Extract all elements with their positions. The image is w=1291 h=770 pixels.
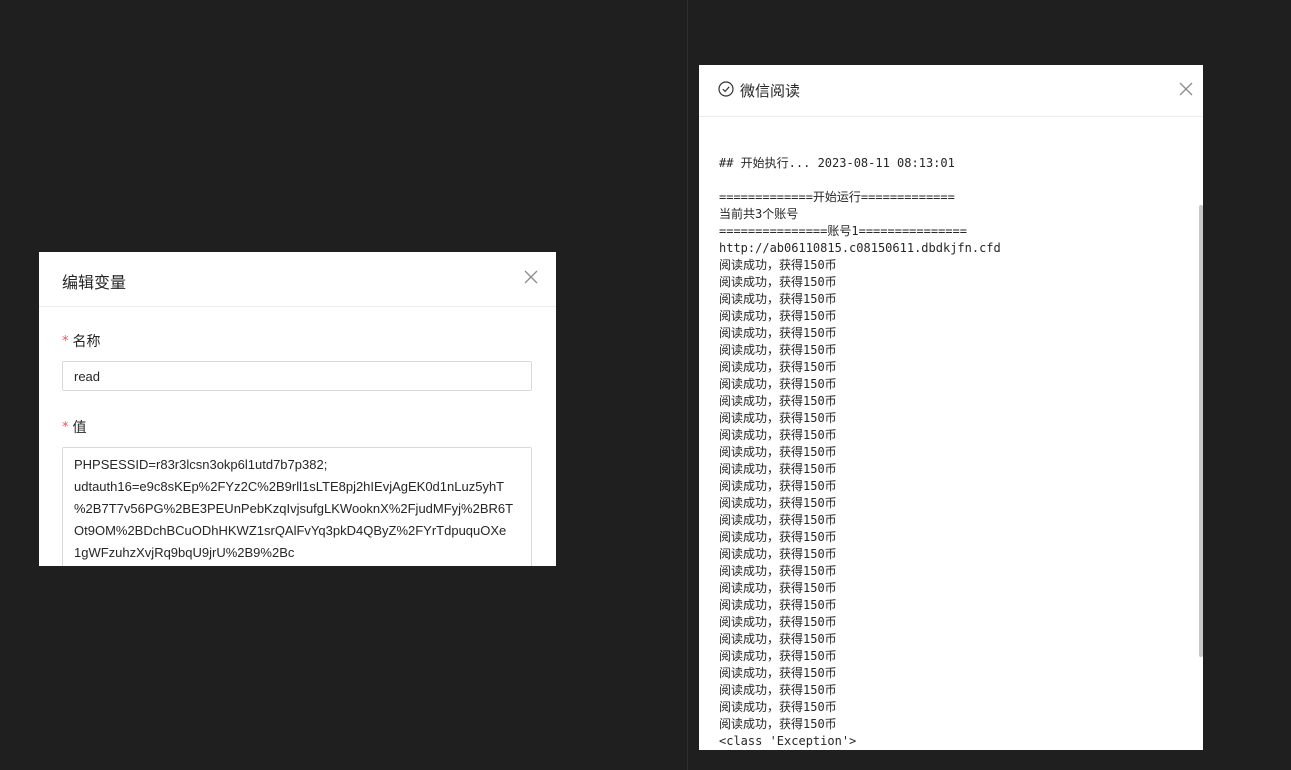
log-line: 阅读成功，获得150币 (719, 258, 837, 272)
log-line: 阅读成功，获得150币 (719, 632, 837, 646)
log-line: 阅读成功，获得150币 (719, 360, 837, 374)
required-mark: * (62, 419, 69, 435)
dialog-title: 编辑变量 (62, 275, 127, 292)
value-line: udtauth16=e9c8sKEp%2FYz2C%2B9rll1sLTE8pj… (74, 479, 505, 494)
value-line: 1gWFzuhzXvjRq9bqU9jrU%2B9%2Bc (74, 545, 295, 560)
close-icon[interactable] (1179, 82, 1193, 96)
log-line: 阅读成功，获得150币 (719, 309, 837, 323)
log-line: 阅读成功，获得150币 (719, 275, 837, 289)
value-line: PHPSESSID=r83r3lcsn3okp6l1utd7b7p382; (74, 457, 328, 472)
log-line: 阅读成功，获得150币 (719, 717, 837, 731)
log-line: <class 'Exception'> (719, 734, 857, 748)
log-line: 阅读成功，获得150币 (719, 377, 837, 391)
log-line: 阅读成功，获得150币 (719, 326, 837, 340)
log-dialog-header: 微信阅读 (699, 65, 1203, 117)
dialog-header: 编辑变量 (39, 252, 556, 307)
value-label: * 值 (62, 417, 534, 437)
value-textarea[interactable]: PHPSESSID=r83r3lcsn3okp6l1utd7b7p382; ud… (62, 447, 532, 566)
name-input-value: read (74, 368, 101, 384)
pane-divider (687, 0, 688, 770)
log-output: ## 开始执行... 2023-08-11 08:13:01 ==========… (719, 155, 1191, 750)
close-icon[interactable] (524, 270, 538, 284)
value-line: %2B7T7v56PG%2BE3PEUnPebKzqIvjsufgLKWookn… (74, 501, 514, 516)
value-label-text: 值 (72, 419, 87, 435)
log-line: http://ab06110815.c08150611.dbdkjfn.cfd (719, 241, 1001, 255)
log-line: 当前共3个账号 (719, 207, 799, 221)
edit-variable-dialog: 编辑变量 * 名称 read * 值 PHPSESSID=r83r3lcsn3o… (39, 252, 556, 566)
value-line: Ot9OM%2BDchBCuODhHKWZ1srQAlFvYq3pkD4QByZ… (74, 523, 507, 538)
log-line: 阅读成功，获得150币 (719, 615, 837, 629)
log-line: 阅读成功，获得150币 (719, 547, 837, 561)
name-input[interactable]: read (62, 361, 532, 391)
log-line: 阅读成功，获得150币 (719, 343, 837, 357)
log-dialog-title: 微信阅读 (740, 83, 801, 100)
scrollbar[interactable] (1199, 205, 1203, 657)
required-mark: * (62, 333, 69, 349)
log-line: 阅读成功，获得150币 (719, 479, 837, 493)
log-line: 阅读成功，获得150币 (719, 581, 837, 595)
name-label-text: 名称 (72, 333, 101, 349)
log-line: 阅读成功，获得150币 (719, 445, 837, 459)
log-line: 阅读成功，获得150币 (719, 428, 837, 442)
log-scroll-area[interactable]: ## 开始执行... 2023-08-11 08:13:01 ==========… (699, 117, 1203, 750)
log-line: 阅读成功，获得150币 (719, 394, 837, 408)
log-line: 阅读成功，获得150币 (719, 530, 837, 544)
log-line: 阅读成功，获得150币 (719, 598, 837, 612)
log-line: 阅读成功，获得150币 (719, 411, 837, 425)
log-line: 阅读成功，获得150币 (719, 564, 837, 578)
log-line: 阅读成功，获得150币 (719, 666, 837, 680)
check-circle-icon (718, 81, 734, 97)
log-line: ===============账号1=============== (719, 224, 967, 238)
log-line: 阅读成功，获得150币 (719, 513, 837, 527)
log-line: 阅读成功，获得150币 (719, 462, 837, 476)
log-dialog: ## 开始执行... 2023-08-11 08:13:01 ==========… (699, 65, 1203, 750)
log-line: 阅读成功，获得150币 (719, 649, 837, 663)
log-line: 阅读成功，获得150币 (719, 292, 837, 306)
log-line: 阅读成功，获得150币 (719, 496, 837, 510)
log-line: ## 开始执行... 2023-08-11 08:13:01 (719, 156, 955, 170)
log-line: =============开始运行============= (719, 190, 955, 204)
name-label: * 名称 (62, 331, 534, 351)
log-line: 阅读成功，获得150币 (719, 683, 837, 697)
log-line: 阅读成功，获得150币 (719, 700, 837, 714)
